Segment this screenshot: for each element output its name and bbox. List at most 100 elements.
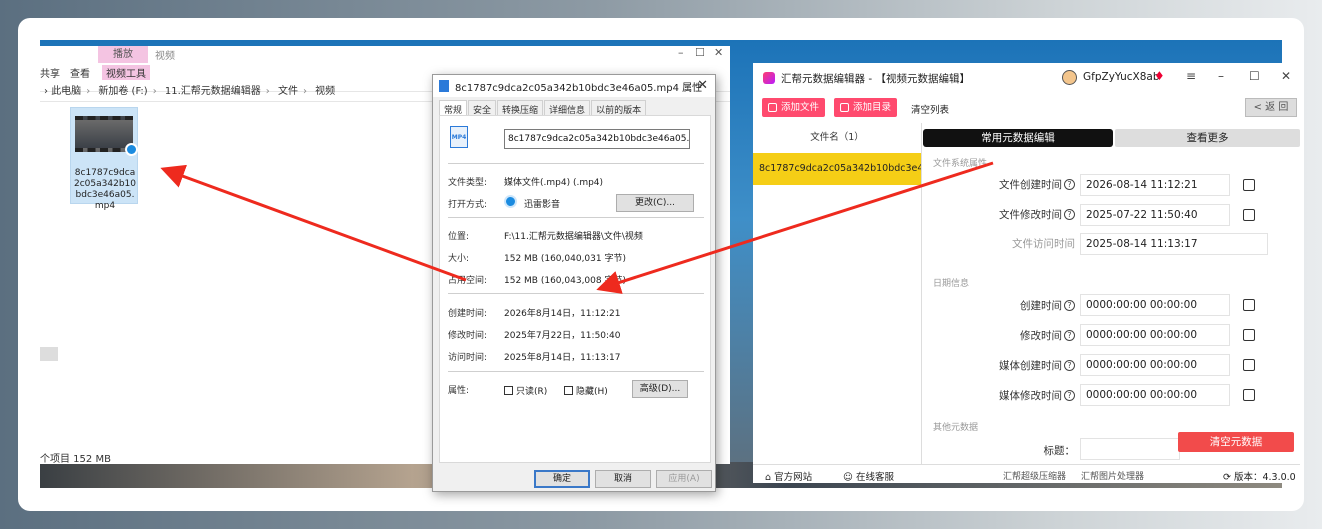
general-panel: MP4 8c1787c9dca2c05a342b10bdc3e46a05.mp4… bbox=[439, 115, 711, 463]
version-label: ⟳ 版本：4.3.0.0 bbox=[1223, 472, 1296, 483]
clear-list-button[interactable]: 清空列表 bbox=[911, 102, 949, 116]
ok-button[interactable]: 确定 bbox=[534, 470, 590, 488]
video-file-item[interactable]: 8c1787c9dca2c05a342b10bdc3e46a05.mp4 bbox=[70, 107, 138, 211]
readonly-label: 只读(R) bbox=[516, 387, 548, 397]
close-icon[interactable]: ✕ bbox=[1281, 69, 1291, 83]
media-create-input[interactable]: 0000:00:00 00:00:00 bbox=[1080, 354, 1230, 376]
ribbon-share[interactable]: 共享 bbox=[40, 65, 60, 80]
create-time-label: 创建时间? bbox=[927, 298, 1075, 313]
modified-value: 2025年7月22日，11:50:40 bbox=[504, 331, 621, 341]
tab-view-more[interactable]: 查看更多 bbox=[1115, 129, 1300, 147]
change-button[interactable]: 更改(C)... bbox=[616, 194, 694, 212]
tab-convert[interactable]: 转换压缩 bbox=[497, 100, 544, 116]
fs-created-input[interactable]: 2026-08-14 11:12:21 bbox=[1080, 174, 1230, 196]
add-file-button[interactable]: 添加文件 bbox=[762, 98, 826, 117]
help-icon: ? bbox=[1064, 330, 1075, 341]
file-name-label: 8c1787c9dca2c05a342b10bdc3e46a05.mp4 bbox=[74, 168, 136, 211]
dialog-titlebar: 8c1787c9dca2c05a342b10bdc3e46a05.mp4 属性 … bbox=[433, 75, 715, 97]
filename-input[interactable]: 8c1787c9dca2c05a342b10bdc3e46a05.mp4 bbox=[504, 129, 690, 149]
edit-icon[interactable] bbox=[1243, 299, 1255, 311]
metadata-editor-window: 汇帮元数据编辑器 - 【视频元数据编辑】 GfpZyYucX8ab ♦ ≡ – … bbox=[753, 63, 1300, 483]
file-icon bbox=[768, 103, 777, 112]
chevron-icon: › bbox=[44, 86, 48, 97]
breadcrumb-app[interactable]: 11.汇帮元数据编辑器 bbox=[165, 86, 261, 97]
maximize-icon[interactable]: ☐ bbox=[695, 46, 705, 59]
open-label: 打开方式: bbox=[448, 200, 488, 210]
video-thumbnail bbox=[75, 116, 138, 156]
modify-time-input[interactable]: 0000:00:00 00:00:00 bbox=[1080, 324, 1230, 346]
edit-icon[interactable] bbox=[1243, 329, 1255, 341]
menu-icon[interactable]: ≡ bbox=[1186, 69, 1196, 83]
fs-modified-input[interactable]: 2025-07-22 11:50:40 bbox=[1080, 204, 1230, 226]
fs-access-input[interactable]: 2025-08-14 11:13:17 bbox=[1080, 233, 1268, 255]
readonly-checkbox[interactable]: 只读(R) bbox=[504, 384, 547, 397]
tab-common-metadata[interactable]: 常用元数据编辑 bbox=[923, 129, 1113, 147]
minimize-icon[interactable]: – bbox=[1218, 69, 1224, 83]
create-time-input[interactable]: 0000:00:00 00:00:00 bbox=[1080, 294, 1230, 316]
tab-security[interactable]: 安全 bbox=[468, 100, 497, 116]
attr-label: 属性: bbox=[448, 386, 470, 396]
size-label: 大小: bbox=[448, 254, 470, 264]
type-label: 文件类型: bbox=[448, 178, 488, 188]
edit-icon[interactable] bbox=[1243, 209, 1255, 221]
disk-value: 152 MB (160,043,008 字节) bbox=[504, 276, 626, 286]
image-processor-link[interactable]: 汇帮图片处理器 bbox=[1081, 469, 1144, 482]
media-create-label: 媒体创建时间? bbox=[927, 358, 1075, 373]
created-value: 2026年8月14日，11:12:21 bbox=[504, 309, 621, 319]
folder-icon bbox=[840, 103, 849, 112]
tab-details[interactable]: 详细信息 bbox=[544, 100, 591, 116]
edit-icon[interactable] bbox=[1243, 179, 1255, 191]
editor-title: 汇帮元数据编辑器 - 【视频元数据编辑】 bbox=[781, 72, 970, 85]
add-file-label: 添加文件 bbox=[781, 102, 820, 113]
vip-gem-icon: ♦ bbox=[1154, 69, 1165, 83]
edit-icon[interactable] bbox=[1243, 359, 1255, 371]
location-value: F:\11.汇帮元数据编辑器\文件\视频 bbox=[504, 232, 643, 242]
username[interactable]: GfpZyYucX8ab bbox=[1083, 71, 1160, 83]
clear-metadata-button[interactable]: 清空元数据 bbox=[1178, 432, 1294, 452]
player-badge-icon bbox=[125, 143, 138, 156]
breadcrumb-files[interactable]: 文件 bbox=[278, 86, 298, 97]
scroll-stub bbox=[40, 347, 58, 361]
ribbon-view[interactable]: 查看 bbox=[70, 65, 90, 80]
screenshot-root: 播放 视频 共享 查看 视频工具 – ☐ ✕ › 此电脑 › 新加卷 (F:) › … bbox=[0, 0, 1322, 529]
maximize-icon[interactable]: ☐ bbox=[1249, 69, 1260, 83]
dialog-title: 8c1787c9dca2c05a342b10bdc3e46a05.mp4 属性 bbox=[455, 82, 703, 94]
file-list-row[interactable]: 8c1787c9dca2c05a342b10bdc3e46a05.mp4 bbox=[753, 153, 921, 185]
close-icon[interactable]: ✕ bbox=[714, 46, 723, 59]
help-icon: ? bbox=[1064, 300, 1075, 311]
cancel-button[interactable]: 取消 bbox=[595, 470, 651, 488]
accessed-label: 访问时间: bbox=[448, 353, 488, 363]
title-input[interactable] bbox=[1080, 438, 1180, 460]
section-other: 其他元数据 bbox=[933, 423, 979, 433]
media-modify-input[interactable]: 0000:00:00 00:00:00 bbox=[1080, 384, 1230, 406]
media-modify-label: 媒体修改时间? bbox=[927, 388, 1075, 403]
player-icon bbox=[504, 195, 517, 208]
fs-modified-label: 文件修改时间? bbox=[927, 207, 1075, 222]
avatar[interactable] bbox=[1062, 70, 1077, 85]
hidden-checkbox[interactable]: 隐藏(H) bbox=[564, 384, 608, 397]
breadcrumb-drive[interactable]: 新加卷 (F:) bbox=[98, 86, 147, 97]
help-icon: ? bbox=[1064, 390, 1075, 401]
tab-general[interactable]: 常规 bbox=[439, 100, 468, 116]
location-label: 位置: bbox=[448, 232, 470, 242]
website-link[interactable]: ⌂ 官方网站 bbox=[765, 469, 812, 483]
edit-icon[interactable] bbox=[1243, 389, 1255, 401]
breadcrumb-video[interactable]: 视频 bbox=[315, 86, 335, 97]
support-link[interactable]: ☺ 在线客服 bbox=[843, 469, 894, 483]
disk-label: 占用空间: bbox=[448, 276, 488, 286]
close-icon[interactable]: ✕ bbox=[697, 78, 708, 93]
video-tab-title: 视频 bbox=[155, 51, 175, 62]
apply-button[interactable]: 应用(A) bbox=[656, 470, 712, 488]
help-icon: ? bbox=[1064, 360, 1075, 371]
tab-previous[interactable]: 以前的版本 bbox=[591, 100, 647, 116]
breadcrumb-pc[interactable]: 此电脑 bbox=[51, 86, 81, 97]
dialog-tabs: 常规 安全 转换压缩 详细信息 以前的版本 bbox=[433, 97, 715, 116]
advanced-button[interactable]: 高级(D)... bbox=[632, 380, 688, 398]
minimize-icon[interactable]: – bbox=[678, 46, 684, 59]
add-dir-button[interactable]: 添加目录 bbox=[834, 98, 898, 117]
compressor-link[interactable]: 汇帮超级压缩器 bbox=[1003, 469, 1066, 482]
back-button[interactable]: < 返 回 bbox=[1245, 98, 1297, 117]
ribbon-video-tools[interactable]: 视频工具 bbox=[102, 65, 150, 80]
modify-time-label: 修改时间? bbox=[927, 328, 1075, 343]
play-tab[interactable]: 播放 bbox=[98, 46, 148, 63]
